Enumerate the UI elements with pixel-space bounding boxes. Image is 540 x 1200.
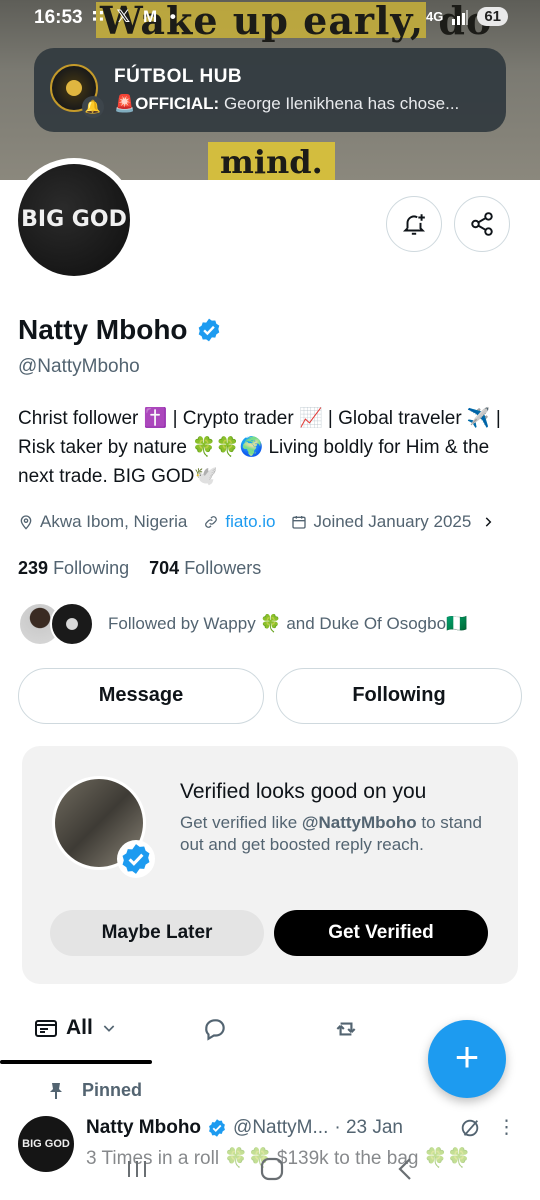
- followed-by-row[interactable]: Followed by Wappy 🍀 and Duke Of Osogbo🇳🇬: [18, 602, 467, 646]
- status-notification-icons: ∷ 𝕏 M •: [92, 7, 180, 26]
- followers-stat[interactable]: 704 Followers: [149, 558, 261, 578]
- tab-replies[interactable]: [202, 1016, 228, 1042]
- promo-description: Get verified like @NattyMboho to stand o…: [180, 813, 482, 854]
- profile-joined: Joined January 2025: [313, 512, 472, 531]
- feed-icon: [35, 1020, 57, 1037]
- get-verified-button[interactable]: Get Verified: [274, 910, 488, 956]
- verified-badge-icon[interactable]: [196, 317, 222, 343]
- tab-reposts[interactable]: [332, 1016, 360, 1042]
- pinned-label-row: Pinned: [48, 1080, 142, 1101]
- notify-button[interactable]: [386, 196, 442, 252]
- avatar-text: BIG GOD: [18, 164, 130, 276]
- verified-promo-card: Verified looks good on you Get verified …: [22, 746, 518, 984]
- more-options-icon[interactable]: ⋮: [497, 1116, 516, 1139]
- back-icon[interactable]: [394, 1156, 416, 1182]
- recents-icon[interactable]: [124, 1157, 150, 1181]
- compose-button[interactable]: +: [428, 1020, 506, 1098]
- post-author-name[interactable]: Natty Mboho: [86, 1117, 201, 1139]
- following-stat[interactable]: 239 Following: [18, 558, 129, 578]
- pin-icon: [50, 1082, 62, 1099]
- notification-body: 🚨OFFICIAL: George Ilenikhena has chose..…: [114, 94, 460, 113]
- active-tab-indicator: [0, 1060, 152, 1064]
- profile-name-row: Natty Mboho: [18, 314, 222, 346]
- follow-stats: 239 Following 704 Followers: [18, 558, 261, 579]
- chevron-right-icon[interactable]: [481, 515, 495, 529]
- post-header: Natty Mboho @NattyM... · 23 Jan ⋮: [86, 1116, 516, 1139]
- location-icon: [20, 515, 32, 530]
- grok-icon[interactable]: [459, 1117, 481, 1139]
- system-nav-bar: [0, 1138, 540, 1200]
- share-button[interactable]: [454, 196, 510, 252]
- verified-badge-icon: [122, 844, 150, 874]
- reply-icon: [205, 1019, 225, 1041]
- banner-text-line3: mind.: [208, 142, 335, 180]
- promo-verified-badge: [117, 840, 155, 878]
- profile-website-link[interactable]: fiato.io: [225, 512, 275, 532]
- bell-icon: 🔔: [82, 96, 104, 118]
- status-right: 4G 61: [426, 7, 508, 26]
- profile-meta[interactable]: Akwa Ibom, Nigeria fiato.io Joined Janua…: [18, 512, 495, 532]
- follower-avatar: [50, 602, 94, 646]
- calendar-icon: [292, 516, 307, 529]
- tab-all[interactable]: All: [34, 1016, 117, 1040]
- status-bar: 16:53 ∷ 𝕏 M • 4G 61: [0, 0, 540, 36]
- home-icon[interactable]: [259, 1156, 285, 1182]
- share-icon: [471, 212, 493, 236]
- verified-badge-icon: [209, 1118, 225, 1137]
- profile-location: Akwa Ibom, Nigeria: [40, 512, 188, 531]
- battery-icon: 61: [477, 7, 508, 26]
- network-icon: 4G: [425, 9, 444, 24]
- chevron-down-icon: [103, 1025, 115, 1032]
- followed-by-text: Followed by Wappy 🍀 and Duke Of Osogbo🇳🇬: [108, 614, 468, 633]
- status-time: 16:53: [34, 7, 83, 28]
- following-button[interactable]: Following: [276, 668, 522, 724]
- link-icon: [205, 516, 218, 528]
- notification-title: FÚTBOL HUB: [114, 66, 243, 87]
- signal-icon: [452, 9, 469, 25]
- post-author-handle: @NattyM...: [233, 1116, 329, 1138]
- profile-name: Natty Mboho: [18, 314, 188, 345]
- repost-icon: [336, 1022, 356, 1036]
- post-date: · 23 Jan: [334, 1116, 403, 1138]
- message-button[interactable]: Message: [18, 668, 264, 724]
- promo-title: Verified looks good on you: [180, 780, 427, 803]
- push-notification[interactable]: 🔔 FÚTBOL HUB 🚨OFFICIAL: George Ilenikhen…: [34, 48, 506, 132]
- siren-icon: 🚨: [114, 94, 136, 113]
- profile-handle: @NattyMboho: [18, 356, 140, 377]
- profile-bio: Christ follower ✝️ | Crypto trader 📈 | G…: [18, 408, 501, 487]
- bell-plus-icon: [402, 214, 426, 235]
- profile-avatar[interactable]: BIG GOD: [12, 158, 136, 282]
- maybe-later-button[interactable]: Maybe Later: [50, 910, 264, 956]
